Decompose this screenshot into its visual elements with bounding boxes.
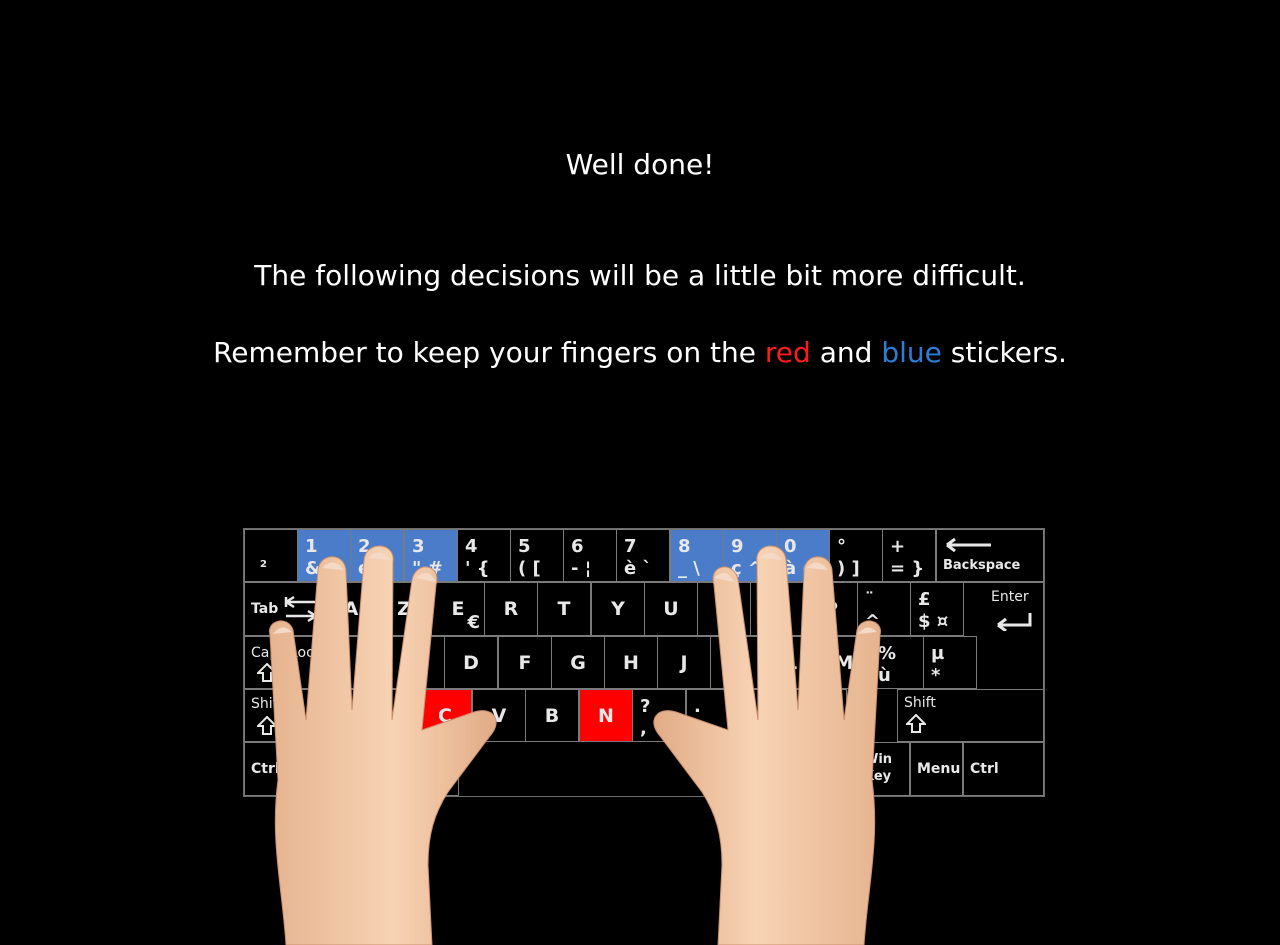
key-top-glyph: +	[890, 536, 906, 557]
key-top-glyph: 5	[518, 536, 531, 557]
key-letter: T	[557, 598, 571, 620]
enter-label: Enter	[991, 589, 1029, 605]
shift-arrow-icon	[906, 714, 926, 733]
key-bottom-glyph: $ ¤	[918, 611, 949, 632]
key-letter: B	[544, 705, 560, 727]
key-top-glyph: £	[918, 589, 931, 610]
key-menu: Menu	[910, 742, 963, 796]
line2-before: Remember to keep your fingers on the	[213, 336, 756, 369]
red-word: red	[764, 336, 811, 369]
key-letter: Y	[611, 598, 625, 620]
key-shift-right: Shift	[897, 689, 1044, 742]
key-bottom-glyph: ( [	[518, 558, 541, 579]
key-n: N	[579, 689, 633, 742]
blue-word: blue	[881, 336, 942, 369]
key-bottom-glyph: = }	[890, 558, 925, 579]
left-hand	[269, 545, 497, 945]
key-b: B	[525, 689, 579, 742]
key-letter: N	[598, 705, 614, 727]
key-g: G	[551, 636, 605, 689]
backspace-arrow-icon	[946, 538, 991, 552]
right-hand	[653, 545, 881, 945]
menu-label: Menu	[917, 761, 961, 777]
instruction-line-1: The following decisions will be a little…	[254, 259, 1026, 292]
key-t: T	[537, 582, 591, 636]
key-bottom-glyph: - ¦	[571, 558, 592, 579]
key-y: Y	[591, 582, 645, 636]
key-letter: G	[570, 652, 586, 674]
key-row2-extra-1: £ $ ¤	[910, 582, 964, 636]
key-top-glyph: 7	[624, 536, 637, 557]
ctrl-right-label: Ctrl	[970, 761, 999, 777]
key-row1-5: 5( [	[510, 529, 564, 582]
key-top-glyph: µ	[931, 643, 945, 664]
key-ctrl-right: Ctrl	[963, 742, 1044, 796]
key-row3-extra-1: µ *	[923, 636, 977, 689]
enter-arrow-icon	[997, 613, 1032, 631]
backspace-label: Backspace	[943, 558, 1021, 573]
shift-right-label: Shift	[904, 695, 936, 711]
key-bottom-glyph: *	[931, 665, 941, 686]
line2-and: and	[819, 336, 873, 369]
key-backspace: Backspace	[936, 529, 1044, 582]
key-row1-6: 6- ¦	[563, 529, 617, 582]
key-row1-12: + = }	[882, 529, 936, 582]
title-text: Well done!	[565, 148, 715, 181]
line2-after: stickers.	[950, 336, 1067, 369]
instruction-line-2: Remember to keep your fingers on the red…	[0, 336, 1280, 370]
key-top-glyph: 6	[571, 536, 584, 557]
